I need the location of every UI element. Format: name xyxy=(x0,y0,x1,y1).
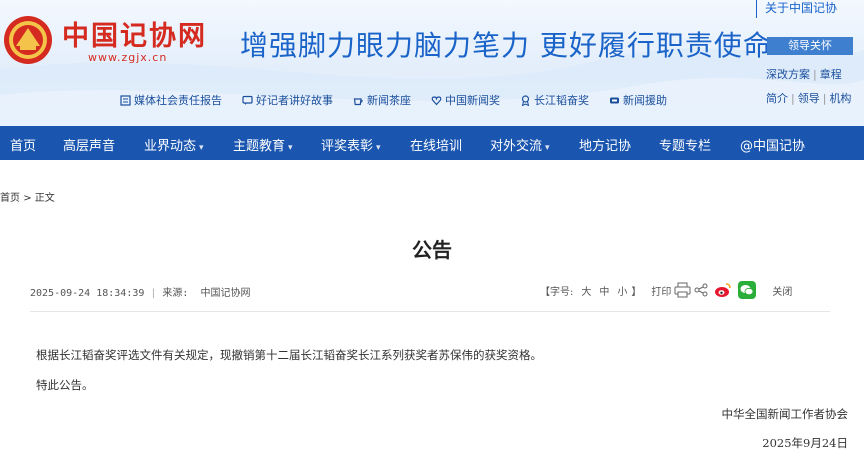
chevron-down-icon: ▾ xyxy=(199,143,204,153)
header-slogan: 增强脚力眼力脑力笔力 更好履行职责使命 xyxy=(240,29,772,62)
nav-item-local-associations[interactable]: 地方记协 xyxy=(579,135,631,154)
side-link-organization[interactable]: 机构 xyxy=(829,92,851,105)
nav-item-label: 地方记协 xyxy=(579,139,632,154)
nav-item-label: 专题专栏 xyxy=(659,139,712,154)
side-link-leaders[interactable]: 领导 xyxy=(798,92,820,105)
divider: | xyxy=(791,92,795,105)
feature-link-label: 新闻茶座 xyxy=(367,94,411,107)
font-size-medium-button[interactable]: 中 xyxy=(599,283,609,298)
nav-item-online-training[interactable]: 在线培训 xyxy=(410,135,462,154)
nav-item-label: 在线培训 xyxy=(410,139,463,154)
feature-link-label: 媒体社会责任报告 xyxy=(134,94,222,107)
hand-icon xyxy=(609,95,620,106)
divider: | xyxy=(813,68,817,81)
feature-link-label: 好记者讲好故事 xyxy=(256,94,333,107)
weibo-icon[interactable] xyxy=(714,282,732,298)
feature-link-media-report[interactable]: 媒体社会责任报告 xyxy=(120,92,222,108)
nav-item-label: @中国记协 xyxy=(740,139,806,154)
nav-item-awards[interactable]: 评奖表彰 ▾ xyxy=(321,135,381,154)
feature-link-china-news-award[interactable]: 中国新闻奖 xyxy=(431,92,500,108)
side-link-charter[interactable]: 章程 xyxy=(820,68,842,81)
font-size-bracket: 】 xyxy=(631,286,642,298)
breadcrumb-separator: > xyxy=(23,193,32,204)
article-meta: 2025-09-24 18:34:39 | 来源: 中国记协网 xyxy=(30,284,250,299)
heart-award-icon xyxy=(431,95,442,106)
feature-link-label: 长江韬奋奖 xyxy=(534,94,589,107)
nav-item-label: 首页 xyxy=(10,139,37,154)
breadcrumb-home[interactable]: 首页 xyxy=(0,193,20,204)
feature-link-changjiang-award[interactable]: 长江韬奋奖 xyxy=(520,92,589,108)
feature-link-label: 中国新闻奖 xyxy=(445,94,500,107)
feature-link-label: 新闻援助 xyxy=(623,94,667,107)
divider: | xyxy=(150,288,157,299)
divider xyxy=(30,311,830,312)
nav-item-industry-news[interactable]: 业界动态 ▾ xyxy=(144,135,204,154)
nav-item-label: 业界动态 xyxy=(144,139,197,154)
nav-item-at-zgjx[interactable]: @中国记协 xyxy=(740,135,805,154)
logo-emblem-icon[interactable] xyxy=(2,14,54,66)
divider: | xyxy=(822,92,827,105)
nav-item-label: 对外交流 xyxy=(490,139,543,154)
nav-item-label: 主题教育 xyxy=(233,139,286,154)
signature-date: 2025年9月24日 xyxy=(762,436,848,450)
side-link-intro[interactable]: 简介 xyxy=(766,92,788,105)
main-nav: 首页 高层声音 业界动态 ▾ 主题教育 ▾ 评奖表彰 ▾ 在线培训 对外交流 ▾ 地方记… xyxy=(0,126,864,160)
logo-url[interactable]: www.zgjx.cn xyxy=(88,51,167,64)
feature-links: 媒体社会责任报告 好记者讲好故事 新闻茶座 中国新闻奖 长江韬奋奖 新闻援助 xyxy=(120,92,667,108)
about-link[interactable]: 关于中国记协 xyxy=(756,0,864,18)
feature-link-news-aid[interactable]: 新闻援助 xyxy=(609,92,667,108)
side-links-row2: 简介 | 领导 | 机构 xyxy=(766,90,851,106)
side-links-row1: 深改方案 | 章程 xyxy=(766,66,842,82)
nav-item-theme-education[interactable]: 主题教育 ▾ xyxy=(233,135,293,154)
nav-item-foreign-exchange[interactable]: 对外交流 ▾ xyxy=(490,135,550,154)
article-paragraph: 根据长江韬奋奖评选文件有关规定，现撤销第十二届长江韬奋奖长江系列获奖者苏保伟的获… xyxy=(36,348,542,362)
site-header: 中国记协网 www.zgjx.cn 增强脚力眼力脑力笔力 更好履行职责使命 媒体… xyxy=(0,0,864,126)
wechat-icon[interactable] xyxy=(738,281,757,299)
chat-icon xyxy=(242,95,253,106)
article-title: 公告 xyxy=(412,238,452,262)
article-source: 中国记协网 xyxy=(200,288,251,299)
article-paragraph: 特此公告。 xyxy=(36,378,94,392)
nav-item-home[interactable]: 首页 xyxy=(10,135,36,154)
report-icon xyxy=(120,94,131,106)
font-size-large-button[interactable]: 大 xyxy=(581,283,591,298)
chevron-down-icon: ▾ xyxy=(545,143,550,153)
nav-item-senior-voice[interactable]: 高层声音 xyxy=(63,135,115,154)
nav-item-special-topics[interactable]: 专题专栏 xyxy=(659,135,711,154)
source-label: 来源: xyxy=(162,288,189,299)
breadcrumb: 首页 > 正文 xyxy=(0,189,55,204)
chevron-down-icon: ▾ xyxy=(288,143,293,153)
chevron-down-icon: ▾ xyxy=(376,143,381,153)
teacup-icon xyxy=(353,95,364,106)
printer-icon[interactable] xyxy=(674,282,694,298)
article-tools: 【字号: 大 中 小 】 打印 关闭 xyxy=(540,281,792,299)
print-button[interactable]: 打印 xyxy=(651,283,671,298)
close-button[interactable]: 关闭 xyxy=(772,283,792,298)
side-link-reform[interactable]: 深改方案 xyxy=(766,68,810,81)
logo-title[interactable]: 中国记协网 xyxy=(62,14,207,53)
article-datetime: 2025-09-24 18:34:39 xyxy=(30,288,145,299)
medal-icon xyxy=(520,94,531,106)
share-icon[interactable] xyxy=(694,283,708,297)
breadcrumb-current: 正文 xyxy=(34,193,55,204)
leader-care-button[interactable]: 领导关怀 xyxy=(767,37,853,55)
font-size-small-button[interactable]: 小 xyxy=(617,283,627,298)
feature-link-news-tea[interactable]: 新闻茶座 xyxy=(353,92,411,108)
signature-organization: 中华全国新闻工作者协会 xyxy=(721,407,849,421)
font-size-label: 【字号: xyxy=(540,286,574,298)
nav-item-label: 高层声音 xyxy=(63,139,116,154)
feature-link-good-reporter[interactable]: 好记者讲好故事 xyxy=(242,92,333,108)
nav-item-label: 评奖表彰 xyxy=(321,139,374,154)
